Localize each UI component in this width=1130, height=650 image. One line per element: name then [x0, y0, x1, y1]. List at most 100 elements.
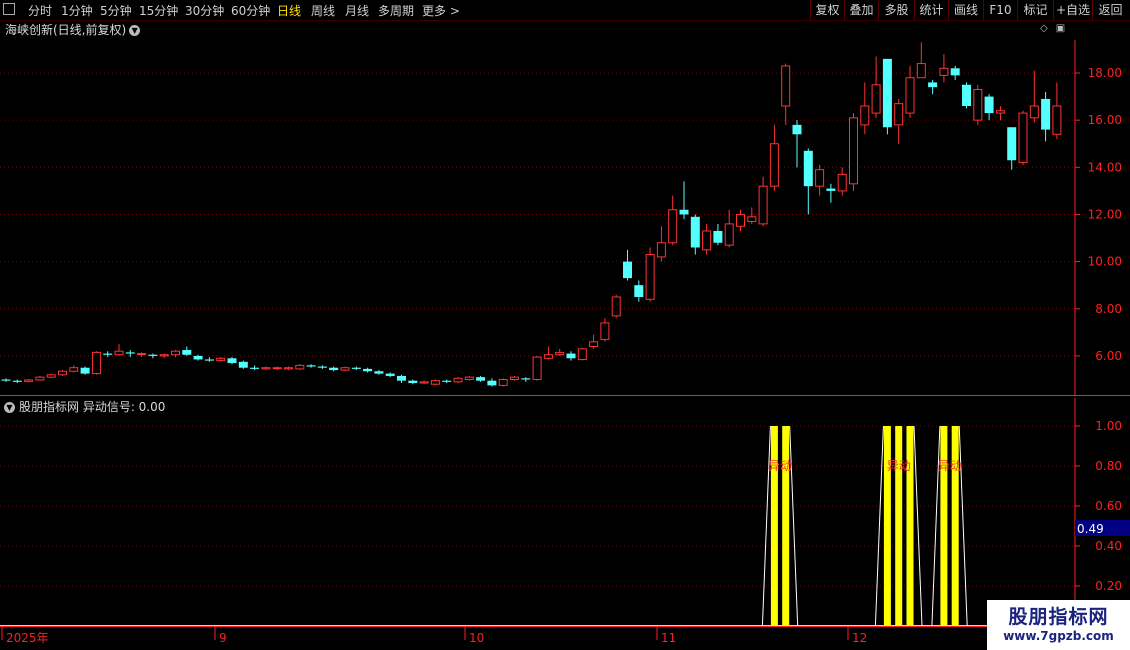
x-tick-label: 2025年 [6, 631, 49, 645]
tab-15min[interactable]: 15分钟 [139, 2, 178, 19]
window-icon[interactable] [3, 3, 15, 15]
candle-body [193, 355, 203, 360]
tab-60min[interactable]: 60分钟 [231, 2, 270, 19]
candle-body [1, 379, 11, 381]
x-tick-label: 12 [852, 631, 867, 645]
candle-body [634, 285, 644, 297]
candle-body [837, 173, 847, 192]
candle-body [498, 378, 508, 386]
candle-body [645, 254, 655, 300]
candle-body [261, 367, 271, 370]
candle-body [995, 110, 1005, 114]
statistics-button[interactable]: 统计 [914, 0, 948, 20]
candle-body [306, 365, 316, 367]
candle-body [826, 188, 836, 191]
overlay-button[interactable]: 叠加 [844, 0, 878, 20]
chart-title: 海峡创新(日线,前复权) ▼ [5, 21, 141, 38]
tab-monthly[interactable]: 月线 [345, 2, 369, 19]
chevron-down-icon[interactable]: ▼ [4, 402, 15, 413]
candle-body [24, 379, 34, 382]
signal-bar [951, 426, 959, 626]
candle-body [916, 63, 926, 79]
tab-30min[interactable]: 30分钟 [185, 2, 224, 19]
candle-body [363, 368, 373, 372]
tab-multi-period[interactable]: 多周期 [378, 2, 414, 19]
restore-rights-button[interactable]: 复权 [810, 0, 844, 20]
signal-bar [895, 426, 903, 626]
candlestick-chart: 6.00 8.00 10.00 12.00 14.00 16.00 18.00 [0, 40, 1130, 396]
candle-body [781, 65, 791, 107]
candle-body [46, 374, 56, 378]
candle-body [317, 366, 327, 368]
f10-button[interactable]: F10 [983, 0, 1017, 20]
chevron-down-icon[interactable]: ▼ [129, 25, 141, 36]
candle-body [1052, 105, 1062, 135]
candle-body [103, 353, 113, 355]
y-tick-label: 0.40 [1095, 539, 1122, 553]
candle-body [736, 213, 745, 227]
tab-daily[interactable]: 日线 [277, 2, 301, 19]
draw-line-button[interactable]: 画线 [948, 0, 983, 20]
back-button[interactable]: 返回 [1092, 0, 1128, 20]
multi-stock-button[interactable]: 多股 [878, 0, 914, 20]
diamond-icon[interactable]: ◇ [1040, 23, 1048, 34]
candle-body [566, 353, 576, 359]
candle-body [589, 341, 599, 347]
y-tick-label: 12.00 [1088, 207, 1122, 221]
candle-body [385, 373, 395, 376]
candle-body [543, 354, 553, 359]
indicator-title-bar: ▼ 股朋指标网 异动信号: 0.00 [4, 398, 165, 415]
mark-button[interactable]: 标记 [1017, 0, 1053, 20]
y-tick-label: 1.00 [1095, 419, 1122, 433]
candle-body [532, 356, 542, 380]
candle-body [114, 350, 124, 356]
candle-body [408, 380, 418, 384]
signal-bar [906, 426, 914, 626]
candle-body [453, 377, 463, 383]
candle-body [984, 96, 994, 114]
y-tick-label: 6.00 [1095, 349, 1122, 363]
candle-body [487, 380, 497, 386]
value-box-label: 0.49 [1077, 522, 1104, 536]
candle-body [769, 143, 779, 187]
candle-body [690, 216, 700, 248]
watermark-url: www.7gpzb.com [1003, 629, 1114, 643]
panel-toggle-icon[interactable]: ▣ [1056, 23, 1065, 34]
candle-body [238, 361, 248, 368]
y-tick-label: 14.00 [1088, 160, 1122, 174]
candle-body [12, 380, 22, 382]
watermark-title: 股朋指标网 [1008, 606, 1109, 628]
signal-bar [782, 426, 790, 626]
candle-body [747, 216, 757, 223]
period-toolbar: 分时 1分钟 5分钟 15分钟 30分钟 60分钟 日线 周线 月线 多周期 更… [0, 0, 1130, 21]
candle-body [340, 367, 350, 371]
candle-body [125, 352, 135, 354]
candle-body [600, 322, 610, 340]
candle-body [442, 380, 452, 382]
tab-fenshi[interactable]: 分时 [28, 2, 52, 19]
candle-body [623, 261, 632, 279]
tab-1min[interactable]: 1分钟 [61, 2, 93, 19]
candle-body [905, 77, 915, 114]
candle-body [882, 58, 892, 128]
candle-body [860, 105, 870, 126]
candle-body [1018, 112, 1028, 164]
candle-body [80, 367, 90, 374]
candle-body [521, 378, 531, 380]
y-tick-label: 0.20 [1095, 579, 1122, 593]
signal-bar [940, 426, 948, 626]
tab-5min[interactable]: 5分钟 [100, 2, 132, 19]
tab-more[interactable]: 更多 > [422, 2, 460, 19]
signal-envelope-right [913, 425, 923, 627]
candle-body [962, 84, 971, 107]
candle-body [510, 376, 519, 380]
add-watchlist-button[interactable]: +自选 [1053, 0, 1092, 20]
candle-body [227, 358, 237, 363]
tab-weekly[interactable]: 周线 [311, 2, 335, 19]
candle-body [1029, 105, 1039, 119]
candle-body [159, 354, 169, 357]
y-tick-label: 0.80 [1095, 459, 1122, 473]
candle-body [713, 230, 723, 243]
candle-body [928, 82, 938, 88]
y-tick-label: 10.00 [1088, 255, 1122, 269]
